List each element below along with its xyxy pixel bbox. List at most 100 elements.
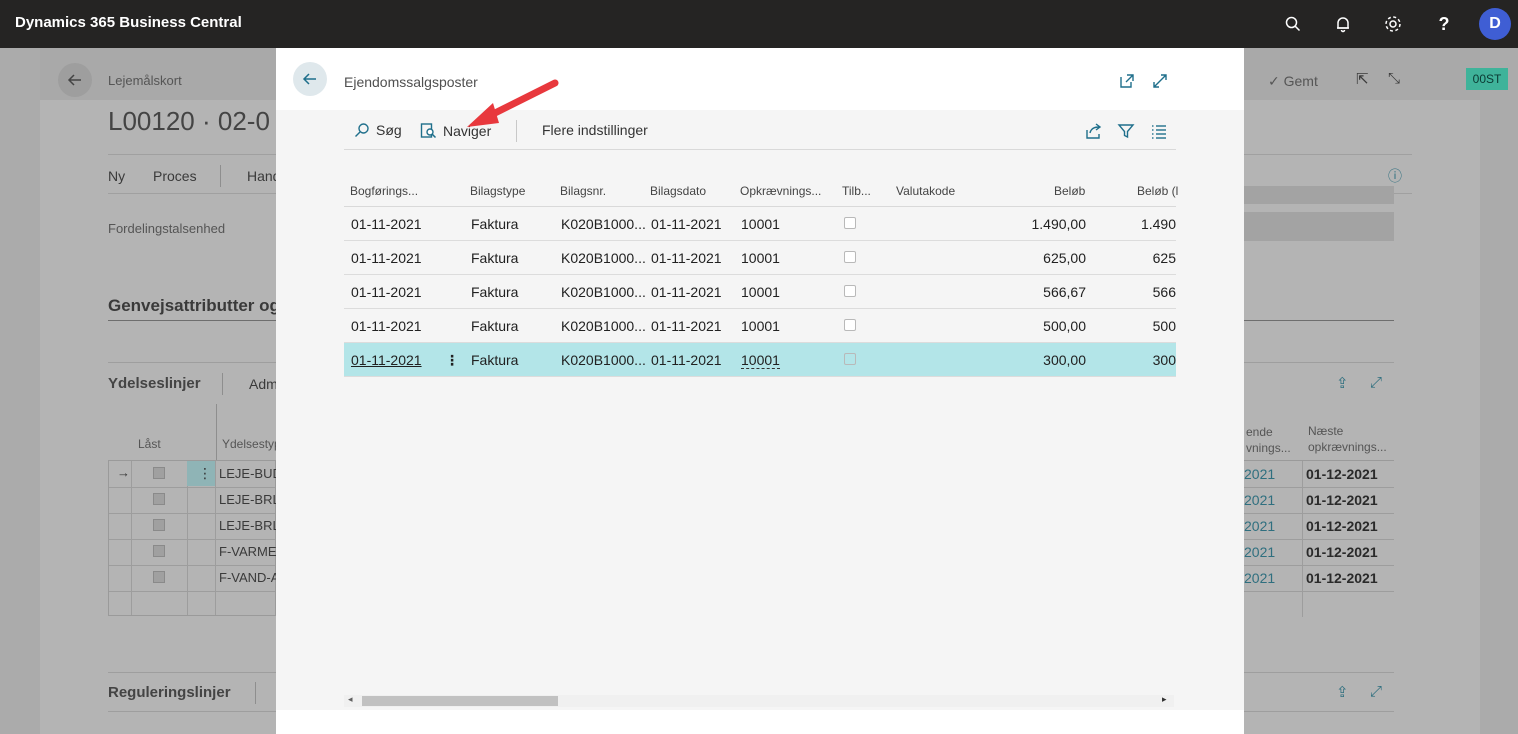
regulation-tab-divider: [255, 682, 256, 704]
background-section-title[interactable]: Genvejsattributter og: [108, 296, 280, 316]
help-icon[interactable]: ?: [1432, 12, 1456, 36]
posting-date-cell[interactable]: 01-11-2021: [351, 352, 422, 368]
col-document-type[interactable]: Bilagstype: [470, 184, 525, 198]
more-options-label: Flere indstillinger: [542, 122, 648, 138]
row-menu-icon[interactable]: ⋮: [198, 465, 212, 482]
saved-label: Gemt: [1283, 73, 1318, 89]
search-icon[interactable]: [1281, 12, 1305, 36]
locked-checkbox[interactable]: [153, 467, 165, 479]
collection-cell: 10001: [741, 284, 780, 300]
next-date-cell: 01-12-2021: [1306, 518, 1378, 534]
action-divider: [220, 165, 221, 187]
type-cell[interactable]: LEJE-BRL-: [219, 518, 284, 533]
collection-cell: 10001: [741, 318, 780, 334]
reversed-checkbox[interactable]: [844, 217, 856, 229]
section-underline: [108, 320, 276, 321]
amount-cell: 300,00: [1043, 352, 1086, 368]
posting-date-cell[interactable]: 01-11-2021: [351, 318, 422, 334]
background-breadcrumb: Lejemålskort: [108, 73, 182, 88]
dialog-back-button[interactable]: [293, 62, 327, 96]
dialog-toolbar: Søg Naviger Flere indstillinger: [344, 114, 1176, 150]
background-field-label: Fordelingstalsenhed: [108, 221, 226, 236]
scroll-right-icon[interactable]: ▸: [1162, 694, 1167, 705]
collection-cell[interactable]: 10001: [741, 352, 780, 369]
doc-no-cell: K020B1000...: [561, 216, 646, 232]
background-field-box-2: [1244, 212, 1394, 241]
open-new-window-icon[interactable]: ⇱: [1356, 70, 1369, 88]
search-button[interactable]: Søg: [354, 122, 402, 138]
navigate-icon: [420, 123, 437, 139]
section-underline-right: [1244, 320, 1394, 321]
doc-type-cell: Faktura: [471, 250, 519, 266]
doc-date-cell: 01-11-2021: [651, 250, 722, 266]
posting-date-cell[interactable]: 01-11-2021: [351, 284, 422, 300]
posting-date-cell[interactable]: 01-11-2021: [351, 216, 422, 232]
type-cell[interactable]: F-VAND-A: [219, 570, 279, 585]
next-date-cell: 01-12-2021: [1306, 570, 1378, 586]
row-indicator-arrow-icon: →: [117, 465, 130, 480]
col-amount-lcy[interactable]: Beløb (l: [1137, 184, 1178, 198]
reversed-checkbox[interactable]: [844, 251, 856, 263]
share-icon[interactable]: ⇪: [1336, 374, 1349, 392]
share-icon[interactable]: ⇪: [1336, 683, 1349, 701]
type-cell[interactable]: LEJE-BRL-: [219, 492, 284, 507]
reversed-checkbox[interactable]: [844, 353, 856, 365]
expand-icon[interactable]: [1151, 72, 1169, 93]
col-separator: [216, 404, 217, 460]
lines-tab-2[interactable]: Adm: [249, 376, 278, 392]
table-row[interactable]: 01-11-2021 Faktura K020B1000... 01-11-20…: [344, 207, 1176, 241]
doc-no-cell: K020B1000...: [561, 250, 646, 266]
action-process[interactable]: Proces: [153, 168, 197, 184]
list-view-icon[interactable]: [1150, 122, 1168, 140]
lines-tab[interactable]: Ydelseslinjer: [108, 375, 201, 392]
entries-dialog: Ejendomssalgsposter Søg Naviger Flere in…: [276, 48, 1244, 734]
more-options-button[interactable]: Flere indstillinger: [542, 122, 648, 138]
scroll-left-icon[interactable]: ◂: [348, 694, 353, 705]
expand-icon[interactable]: ⤢: [1370, 683, 1382, 700]
gear-icon[interactable]: [1381, 12, 1405, 36]
scrollbar-thumb[interactable]: [362, 696, 558, 706]
table-row[interactable]: 01-11-2021 Faktura K020B1000... 01-11-20…: [344, 241, 1176, 275]
amount-lcy-cell: 1.490: [1140, 216, 1176, 232]
collapse-icon[interactable]: ⤡: [1388, 70, 1400, 87]
col-document-date[interactable]: Bilagsdato: [650, 184, 706, 198]
col-document-no[interactable]: Bilagsnr.: [560, 184, 606, 198]
info-icon[interactable]: ⓘ: [1388, 166, 1402, 186]
app-title[interactable]: Dynamics 365 Business Central: [15, 14, 242, 31]
posting-date-cell[interactable]: 01-11-2021: [351, 250, 422, 266]
doc-type-cell: Faktura: [471, 216, 519, 232]
navigate-label: Naviger: [443, 122, 492, 139]
regulation-tab[interactable]: Reguleringslinjer: [108, 684, 231, 701]
filter-icon[interactable]: [1117, 122, 1135, 140]
col-right2-line2: opkrævnings...: [1308, 440, 1387, 454]
table-row[interactable]: 01-11-2021 Faktura K020B1000... 01-11-20…: [344, 309, 1176, 343]
share-icon[interactable]: [1085, 122, 1103, 140]
col-currency[interactable]: Valutakode: [896, 184, 955, 198]
action-new[interactable]: Ny: [108, 168, 125, 184]
avatar[interactable]: D: [1479, 8, 1511, 40]
horizontal-scrollbar[interactable]: ◂ ▸: [344, 694, 1174, 707]
amount-cell: 1.490,00: [1031, 216, 1087, 232]
type-cell[interactable]: F-VARME: [219, 544, 277, 559]
col-collection[interactable]: Opkrævnings...: [740, 184, 821, 198]
col-amount[interactable]: Beløb: [1054, 184, 1085, 198]
expand-icon[interactable]: ⤢: [1370, 374, 1382, 391]
background-grid-right: 2021 01-12-2021 2021 01-12-2021 2021 01-…: [1238, 460, 1394, 617]
background-back-button[interactable]: [58, 63, 92, 97]
open-new-window-icon[interactable]: [1118, 72, 1136, 93]
reversed-checkbox[interactable]: [844, 285, 856, 297]
background-field-box: [1244, 186, 1394, 204]
table-row-selected[interactable]: 01-11-2021 ⋮ Faktura K020B1000... 01-11-…: [344, 343, 1176, 377]
type-cell[interactable]: LEJE-BUD: [219, 466, 282, 481]
bell-icon[interactable]: [1331, 12, 1355, 36]
col-reversed[interactable]: Tilb...: [842, 184, 871, 198]
row-menu-icon[interactable]: ⋮: [445, 352, 459, 369]
navigate-button[interactable]: Naviger: [420, 122, 491, 139]
date-cell: 2021: [1244, 570, 1276, 586]
col-posting-date[interactable]: Bogførings...: [350, 184, 418, 198]
reversed-checkbox[interactable]: [844, 319, 856, 331]
amount-lcy-cell: 300: [1152, 352, 1176, 368]
next-date-cell: 01-12-2021: [1306, 466, 1378, 482]
table-row[interactable]: 01-11-2021 Faktura K020B1000... 01-11-20…: [344, 275, 1176, 309]
next-date-cell: 01-12-2021: [1306, 492, 1378, 508]
